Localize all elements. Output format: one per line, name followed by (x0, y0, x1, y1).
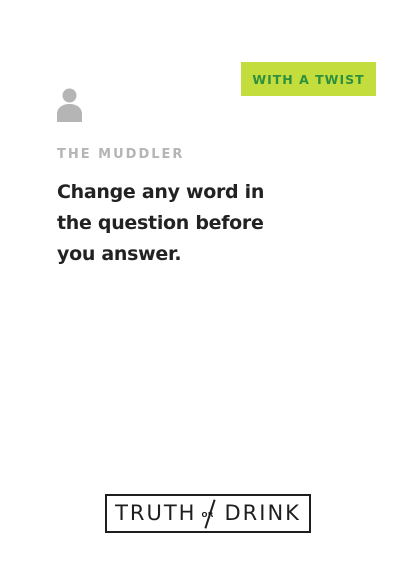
logo-or-mark: OR (199, 496, 221, 531)
person-icon (57, 88, 82, 122)
logo-word-drink: DRINK (224, 501, 301, 525)
card-name: THE MUDDLER (57, 147, 185, 162)
with-a-twist-badge: WITH A TWIST (241, 62, 376, 96)
logo-word-truth: TRUTH (115, 501, 197, 525)
card-prompt: Change any word in the question before y… (57, 181, 265, 265)
logo-word-or: OR (201, 511, 214, 519)
truth-or-drink-logo: TRUTH OR DRINK (105, 494, 311, 533)
badge-label: WITH A TWIST (252, 71, 365, 87)
